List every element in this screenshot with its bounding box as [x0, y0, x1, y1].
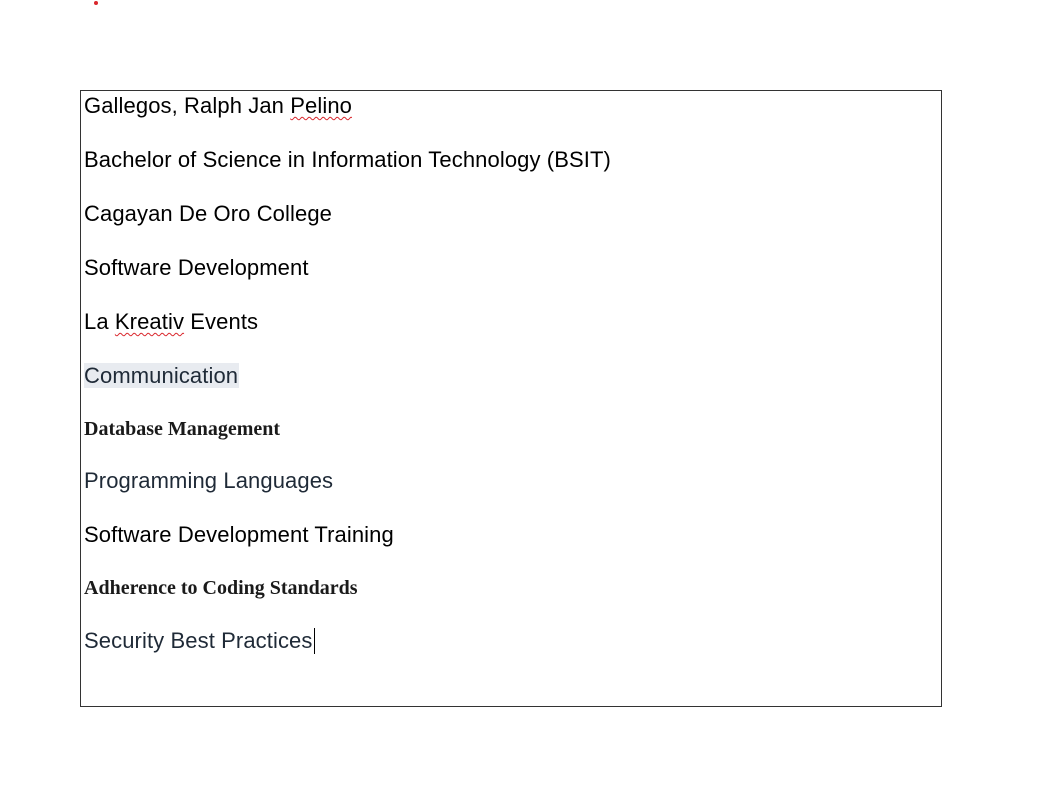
standards-line[interactable]: Adherence to Coding Standards [84, 575, 358, 601]
company-line[interactable]: La Kreativ Events [84, 308, 258, 336]
field-line[interactable]: Software Development [84, 254, 309, 282]
name-text: Gallegos, Ralph Jan [84, 93, 291, 118]
security-text: Security Best Practices [84, 628, 313, 653]
database-line[interactable]: Database Management [84, 416, 280, 442]
text-box[interactable]: Gallegos, Ralph Jan Pelino Bachelor of S… [80, 90, 942, 707]
company-prefix: La [84, 309, 115, 334]
text-cursor [313, 628, 315, 654]
school-line[interactable]: Cagayan De Oro College [84, 200, 332, 228]
spellcheck-word-name[interactable]: Pelino [290, 93, 352, 118]
communication-line[interactable]: Communication [84, 362, 240, 390]
programming-line[interactable]: Programming Languages [84, 467, 333, 495]
spellcheck-word-company[interactable]: Kreativ [115, 309, 184, 334]
degree-line[interactable]: Bachelor of Science in Information Techn… [84, 146, 611, 174]
training-line[interactable]: Software Development Training [84, 521, 394, 549]
company-suffix: Events [184, 309, 259, 334]
red-marker-dot [94, 1, 98, 5]
security-line[interactable]: Security Best Practices [84, 627, 315, 655]
highlighted-text: Communication [84, 363, 240, 388]
name-line[interactable]: Gallegos, Ralph Jan Pelino [84, 92, 352, 120]
